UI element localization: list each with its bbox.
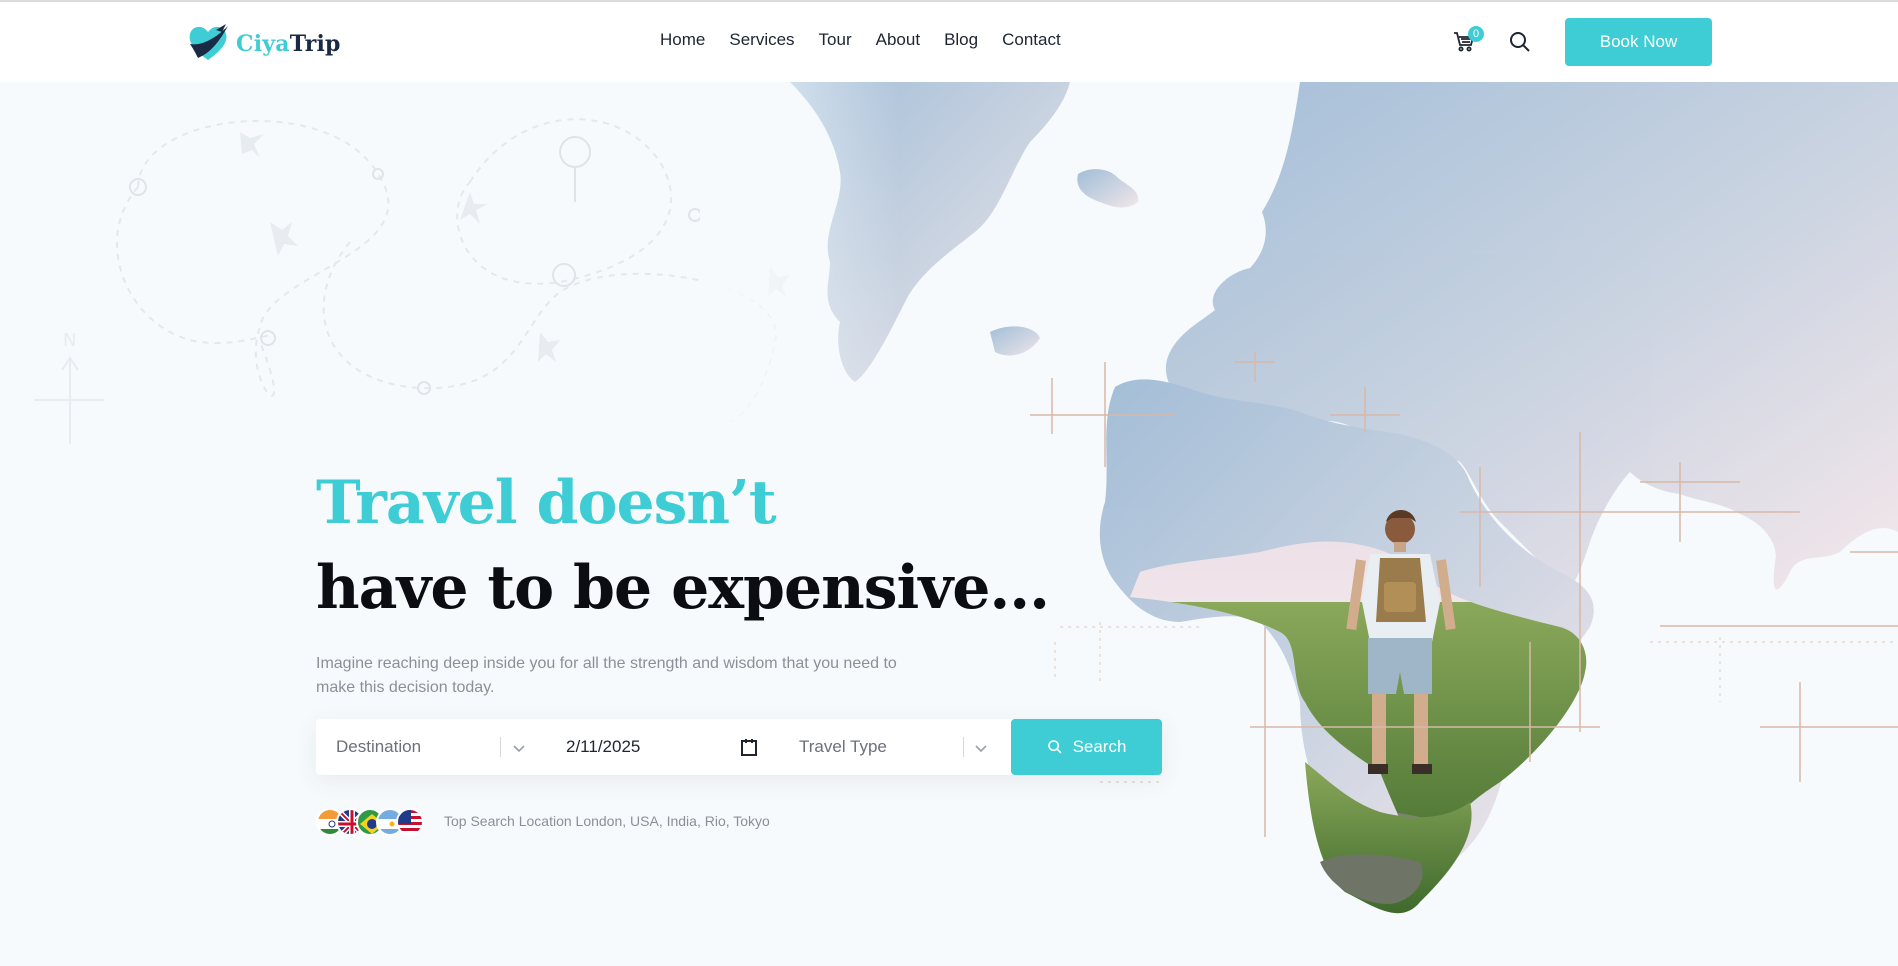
search-button-label: Search [1072, 737, 1127, 756]
search-icon[interactable] [1508, 30, 1532, 54]
flight-paths-decoration [116, 118, 777, 423]
search-icon [1047, 740, 1062, 754]
brand-name-part2: Trip [289, 31, 341, 57]
nav-services[interactable]: Services [729, 30, 794, 50]
brand-name: CiyaTrip [236, 31, 341, 57]
chevron-down-icon[interactable] [974, 741, 988, 755]
date-input[interactable]: 2/11/2025 [566, 719, 766, 775]
book-now-button[interactable]: Book Now [1565, 18, 1712, 66]
nav-blog[interactable]: Blog [944, 30, 978, 50]
divider [500, 737, 501, 757]
heart-plane-logo-icon [189, 24, 228, 60]
brand-name-part1: Ciya [236, 31, 290, 57]
nav-home[interactable]: Home [660, 30, 705, 50]
nav-tour[interactable]: Tour [819, 30, 852, 50]
hero-title-line1: Travel doesn’t [316, 468, 777, 538]
divider [963, 737, 964, 757]
top-search-flags [316, 808, 424, 836]
top-search-locations: Top Search Location London, USA, India, … [444, 813, 770, 829]
hero-background: N [34, 82, 1898, 914]
svg-text:N: N [63, 330, 76, 351]
travel-type-select[interactable]: Travel Type [799, 719, 999, 775]
hero-subtitle: Imagine reaching deep inside you for all… [316, 655, 897, 696]
compass-decoration: N [34, 330, 104, 444]
usa-flag-icon[interactable] [396, 808, 424, 836]
chevron-down-icon[interactable] [512, 741, 526, 755]
cart-count-badge: 0 [1468, 26, 1484, 42]
trip-search-form: Destination 2/11/2025 Travel Type Search [316, 719, 1162, 775]
main-nav: Home Services Tour About Blog Contact [660, 30, 1085, 50]
brand-logo[interactable]: CiyaTrip [186, 22, 341, 66]
search-button[interactable]: Search [1011, 719, 1162, 775]
hero-title-line2: have to be expensive... [316, 553, 1050, 623]
nav-about[interactable]: About [876, 30, 920, 50]
calendar-icon[interactable] [739, 737, 759, 757]
nav-contact[interactable]: Contact [1002, 30, 1061, 50]
